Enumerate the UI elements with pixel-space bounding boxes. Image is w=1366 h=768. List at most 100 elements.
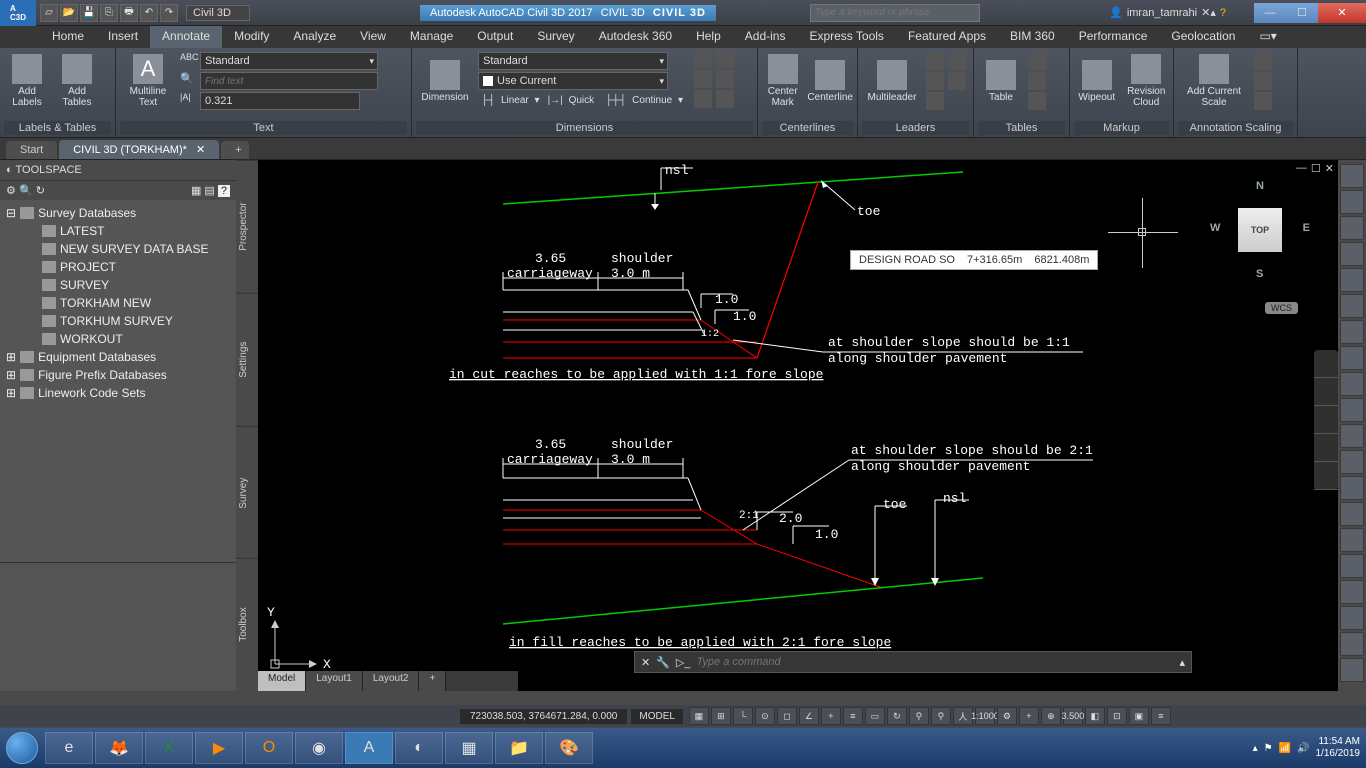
tree-item[interactable]: WORKOUT bbox=[2, 330, 234, 348]
dim-tool2-icon[interactable] bbox=[694, 70, 712, 88]
tree-item[interactable]: PROJECT bbox=[2, 258, 234, 276]
ts-help-icon[interactable]: ? bbox=[218, 185, 230, 197]
rtool-12-icon[interactable] bbox=[1340, 450, 1364, 474]
drawing-canvas[interactable]: — ☐ ✕ nsl toe 3.65 ca bbox=[258, 160, 1338, 691]
vtab-toolbox[interactable]: Toolbox bbox=[236, 558, 258, 691]
rtool-11-icon[interactable] bbox=[1340, 424, 1364, 448]
command-bar[interactable]: ✕ 🔧 ▷_ ▴ bbox=[634, 651, 1192, 673]
scale-tool3-icon[interactable] bbox=[1254, 92, 1272, 110]
status-mode[interactable]: MODEL bbox=[631, 709, 683, 724]
search-input[interactable] bbox=[810, 4, 980, 22]
compass-s[interactable]: S bbox=[1256, 268, 1263, 280]
rtool-5-icon[interactable] bbox=[1340, 268, 1364, 292]
layout-tab-2[interactable]: Layout2 bbox=[363, 671, 420, 691]
cmd-config-icon[interactable]: 🔧 bbox=[656, 656, 670, 669]
linear-button[interactable]: ├┤ Linear ▾ bbox=[478, 94, 543, 107]
anno2-icon[interactable]: ⚲ bbox=[931, 707, 951, 725]
nav-wheel-icon[interactable] bbox=[1314, 350, 1338, 378]
table-tool1-icon[interactable] bbox=[1028, 52, 1046, 70]
tray-flag-icon[interactable]: ⚑ bbox=[1264, 743, 1273, 754]
table-tool3-icon[interactable] bbox=[1028, 92, 1046, 110]
taskbar-app1-icon[interactable]: ◐ bbox=[395, 732, 443, 764]
ws-toggle-icon[interactable]: ⚙ bbox=[997, 707, 1017, 725]
tab-view[interactable]: View bbox=[348, 26, 398, 48]
taskbar-autocad-icon[interactable]: A bbox=[345, 732, 393, 764]
dim-tool6-icon[interactable] bbox=[716, 90, 734, 108]
ortho-toggle-icon[interactable]: └ bbox=[733, 707, 753, 725]
cycle-toggle-icon[interactable]: ↻ bbox=[887, 707, 907, 725]
compass-w[interactable]: W bbox=[1210, 222, 1220, 234]
rtool-19-icon[interactable] bbox=[1340, 632, 1364, 656]
panel-title-leaders[interactable]: Leaders bbox=[862, 121, 969, 135]
user-area[interactable]: 👤 imran_tamrahi ✕▴ ? bbox=[1109, 6, 1226, 19]
ts-tool5-icon[interactable]: ▤ bbox=[204, 185, 214, 197]
taskbar-media-icon[interactable]: ▶ bbox=[195, 732, 243, 764]
workspace-dropdown[interactable]: Civil 3D bbox=[186, 5, 250, 21]
dim-tool1-icon[interactable] bbox=[694, 50, 712, 68]
tree-item[interactable]: SURVEY bbox=[2, 276, 234, 294]
file-tab-active[interactable]: CIVIL 3D (TORKHAM)* ✕ bbox=[59, 140, 219, 159]
tray-net-icon[interactable]: 📶 bbox=[1279, 743, 1291, 754]
viewcube-face-top[interactable]: TOP bbox=[1238, 208, 1282, 252]
clean-toggle-icon[interactable]: ▣ bbox=[1129, 707, 1149, 725]
tab-home[interactable]: Home bbox=[40, 26, 96, 48]
tab-annotate[interactable]: Annotate bbox=[150, 26, 222, 48]
close-button[interactable]: ✕ bbox=[1318, 3, 1366, 23]
clock[interactable]: 11:54 AM 1/16/2019 bbox=[1316, 736, 1361, 760]
grid-toggle-icon[interactable]: ▦ bbox=[689, 707, 709, 725]
tray-up-icon[interactable]: ▴ bbox=[1253, 743, 1258, 754]
dim-tool5-icon[interactable] bbox=[716, 70, 734, 88]
find-icon[interactable]: 🔍 bbox=[180, 72, 198, 90]
dimension-button[interactable]: Dimension bbox=[416, 50, 474, 112]
file-tab-close-icon[interactable]: ✕ bbox=[196, 144, 205, 156]
cmd-close-icon[interactable]: ✕ bbox=[641, 656, 650, 669]
multileader-button[interactable]: Multileader bbox=[862, 50, 922, 112]
nav-pan-icon[interactable] bbox=[1314, 378, 1338, 406]
scale-tool1-icon[interactable] bbox=[1254, 52, 1272, 70]
ts-tool1-icon[interactable]: ⚙ bbox=[6, 185, 16, 197]
taskbar-chrome-icon[interactable]: ◉ bbox=[295, 732, 343, 764]
tab-bim360[interactable]: BIM 360 bbox=[998, 26, 1067, 48]
quick-button[interactable]: |→| Quick bbox=[545, 94, 601, 107]
tab-plugin-icon[interactable]: ▭▾ bbox=[1247, 26, 1288, 48]
rtool-4-icon[interactable] bbox=[1340, 242, 1364, 266]
rtool-15-icon[interactable] bbox=[1340, 528, 1364, 552]
rtool-16-icon[interactable] bbox=[1340, 554, 1364, 578]
qat-new-icon[interactable]: ▱ bbox=[40, 4, 58, 22]
toolspace-tree[interactable]: ⊟ Survey Databases LATEST NEW SURVEY DAT… bbox=[0, 200, 236, 562]
snap-toggle-icon[interactable]: ⊞ bbox=[711, 707, 731, 725]
leader-tool1-icon[interactable] bbox=[926, 52, 944, 70]
rtool-18-icon[interactable] bbox=[1340, 606, 1364, 630]
nav-zoom-icon[interactable] bbox=[1314, 406, 1338, 434]
rtool-8-icon[interactable] bbox=[1340, 346, 1364, 370]
maximize-button[interactable]: ☐ bbox=[1286, 3, 1318, 23]
tab-modify[interactable]: Modify bbox=[222, 26, 281, 48]
hw-toggle-icon[interactable]: ⊡ bbox=[1107, 707, 1127, 725]
add-labels-button[interactable]: Add Labels bbox=[4, 50, 50, 112]
app-logo[interactable]: AC3D bbox=[0, 0, 36, 26]
rtool-9-icon[interactable] bbox=[1340, 372, 1364, 396]
leader-tool2-icon[interactable] bbox=[926, 72, 944, 90]
tab-geolocation[interactable]: Geolocation bbox=[1159, 26, 1247, 48]
minimize-button[interactable]: — bbox=[1254, 3, 1286, 23]
ann-toggle-icon[interactable]: ⚲ bbox=[909, 707, 929, 725]
taskbar-outlook-icon[interactable]: O bbox=[245, 732, 293, 764]
tree-equipment[interactable]: ⊞ Equipment Databases bbox=[2, 348, 234, 366]
tab-featuredapps[interactable]: Featured Apps bbox=[896, 26, 998, 48]
tab-analyze[interactable]: Analyze bbox=[281, 26, 348, 48]
text-style-dropdown[interactable]: Standard bbox=[200, 52, 378, 70]
tree-item[interactable]: TORKHAM NEW bbox=[2, 294, 234, 312]
mtext-button[interactable]: AMultiline Text bbox=[120, 50, 176, 112]
scale-tool2-icon[interactable] bbox=[1254, 72, 1272, 90]
ts-tool4-icon[interactable]: ▦ bbox=[191, 185, 201, 197]
center-mark-button[interactable]: Center Mark bbox=[762, 50, 803, 112]
layout-tab-1[interactable]: Layout1 bbox=[306, 671, 363, 691]
table-button[interactable]: Table bbox=[978, 50, 1024, 112]
rtool-10-icon[interactable] bbox=[1340, 398, 1364, 422]
tree-root-survey[interactable]: ⊟ Survey Databases bbox=[2, 204, 234, 222]
tree-item[interactable]: TORKHUM SURVEY bbox=[2, 312, 234, 330]
qat-undo-icon[interactable]: ↶ bbox=[140, 4, 158, 22]
file-tab-start[interactable]: Start bbox=[6, 141, 57, 159]
vtab-prospector[interactable]: Prospector bbox=[236, 160, 258, 293]
otrack-toggle-icon[interactable]: ∠ bbox=[799, 707, 819, 725]
